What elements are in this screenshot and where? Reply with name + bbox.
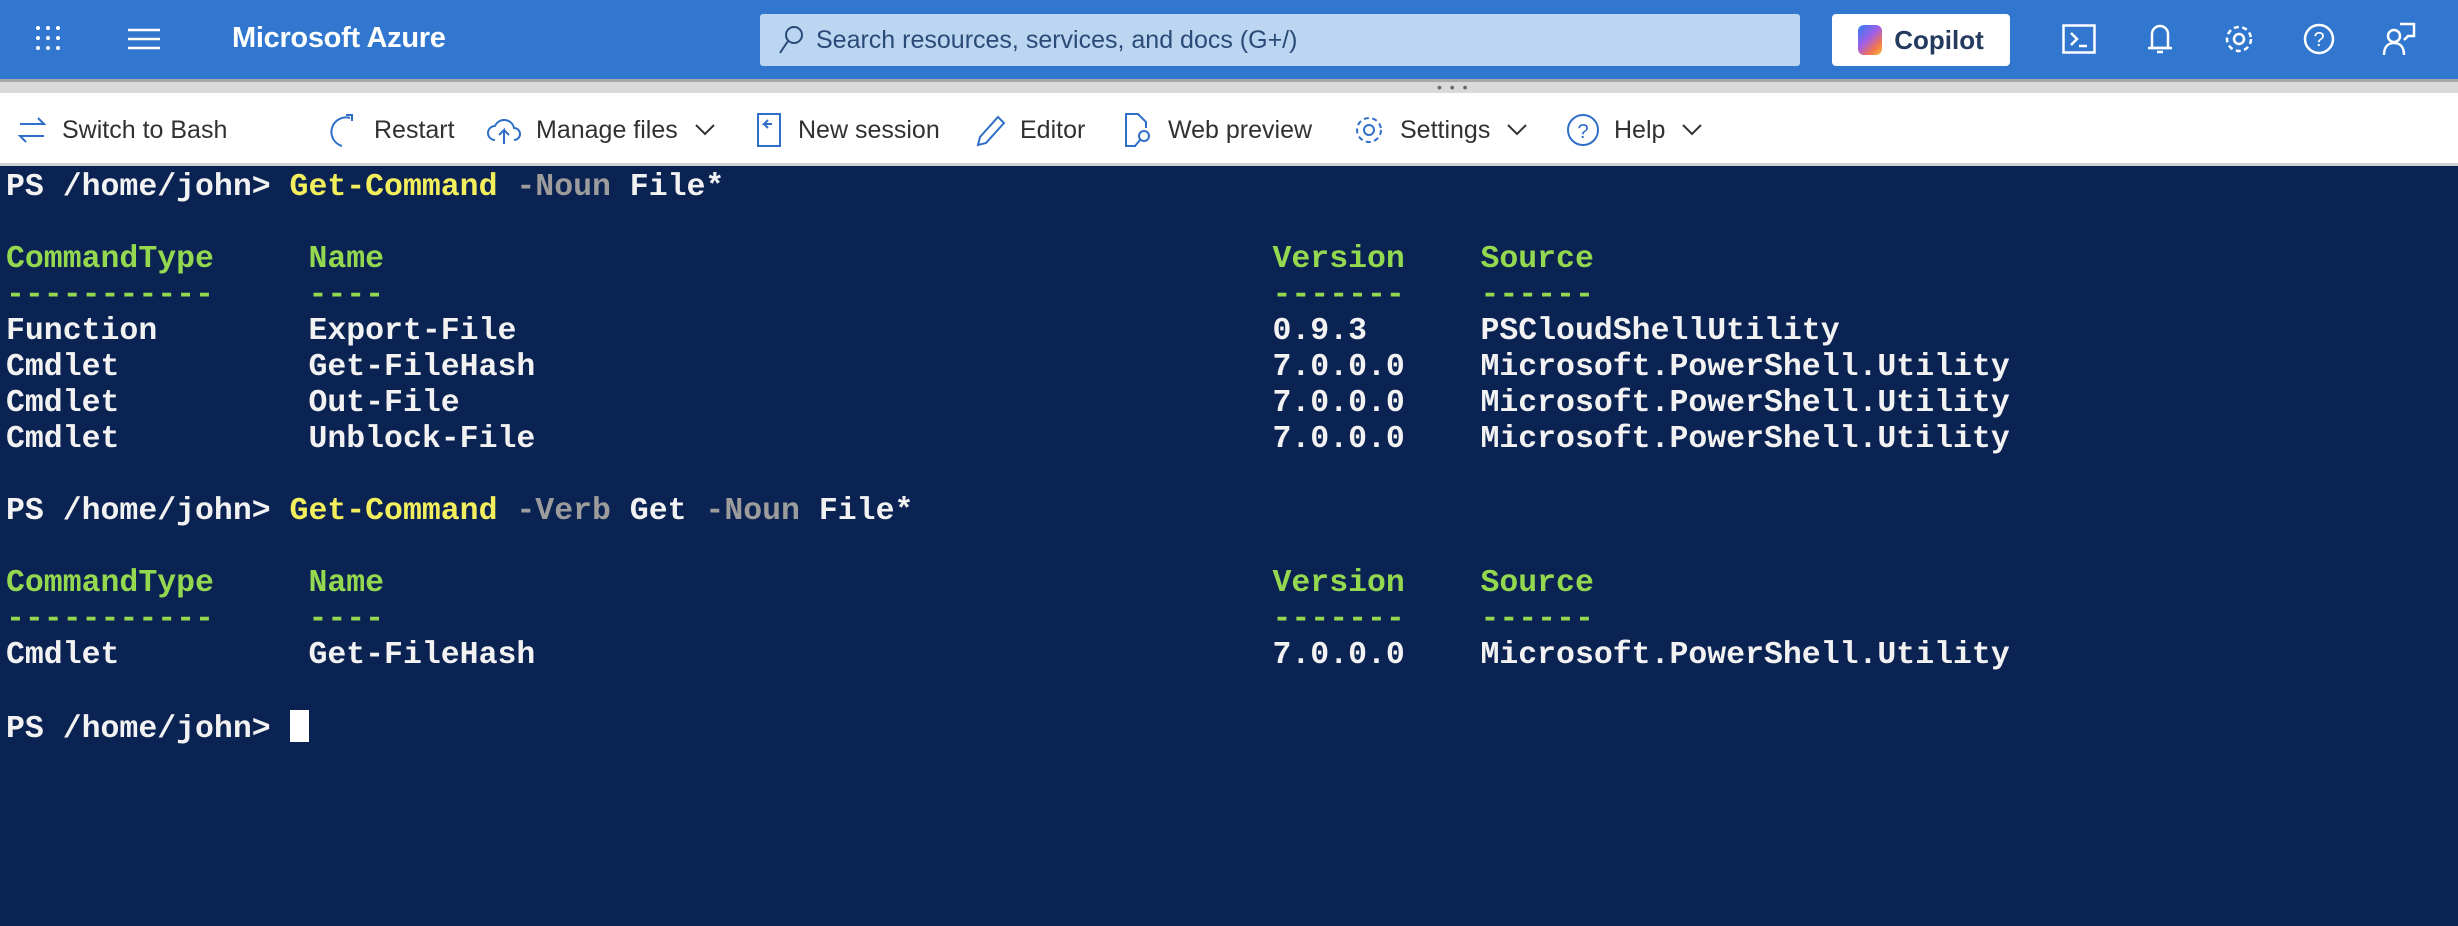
new-session-label: New session [798,115,940,144]
restart-icon [330,114,353,147]
terminal-line: PS /home/john> Get-Command -Verb Get -No… [6,494,2458,530]
terminal-line: PS /home/john> [6,710,2458,747]
terminal-text: Cmdlet Out-File 7.0.0.0 Microsoft.PowerS… [6,386,2010,421]
svg-text:?: ? [2313,29,2324,51]
manage-files-button[interactable]: Manage files [486,111,716,149]
search-icon [779,26,803,54]
terminal-line: Cmdlet Out-File 7.0.0.0 Microsoft.PowerS… [6,386,2458,422]
terminal-text: File* [610,170,725,205]
terminal-text: File* [799,494,914,529]
terminal-text: Get-Command [289,494,498,529]
restart-label: Restart [374,115,455,144]
help-label: Help [1614,115,1666,144]
switch-to-bash-button[interactable]: Switch to Bash [16,111,227,149]
help-button[interactable]: ? Help [1566,111,1703,149]
editor-button[interactable]: Editor [974,111,1085,149]
terminal-line: Cmdlet Get-FileHash 7.0.0.0 Microsoft.Po… [6,350,2458,386]
editor-label: Editor [1020,115,1086,144]
terminal-text: -Noun [686,494,800,529]
terminal-text: PS /home/john> [6,170,290,205]
terminal-text: Cmdlet Unblock-File 7.0.0.0 Microsoft.Po… [6,422,2010,457]
manage-files-label: Manage files [536,115,678,144]
terminal-text: PS /home/john> [6,494,290,529]
web-preview-label: Web preview [1168,115,1313,144]
bell-icon[interactable] [2146,22,2174,56]
restart-button[interactable]: Restart [328,111,455,149]
search-placeholder: Search resources, services, and docs (G+… [816,25,1298,54]
pencil-icon [976,115,1006,147]
chevron-down-icon [1682,124,1703,136]
terminal-text: PS /home/john> [6,712,290,747]
cloud-upload-icon [487,118,521,144]
terminal-output[interactable]: PS /home/john> Get-Command -Noun File* Co… [0,166,2458,926]
terminal-text: Cmdlet Get-FileHash 7.0.0.0 Microsoft.Po… [6,350,2010,385]
app-launcher-icon[interactable] [34,24,62,52]
terminal-text: ----------- ---- ------- ------ [6,278,1594,313]
web-preview-icon [1125,113,1150,147]
terminal-line: CommandType Name Version Source [6,566,2458,602]
search-input[interactable]: Search resources, services, and docs (G+… [760,14,1800,66]
terminal-text: -Noun [497,170,611,205]
terminal-text: CommandType Name Version Source [6,566,1594,601]
chevron-down-icon [1507,124,1528,136]
settings-label: Settings [1400,115,1491,144]
terminal-text: CommandType Name Version Source [6,242,1594,277]
terminal-text: ----------- ---- ------- ------ [6,602,1594,637]
copilot-logo-icon [1858,25,1883,55]
terminal-text: Get-Command [289,170,498,205]
terminal-text: Get [610,494,687,529]
feedback-icon[interactable] [2382,22,2416,56]
terminal-line: ----------- ---- ------- ------ [6,278,2458,314]
new-session-icon [757,113,781,147]
settings-button[interactable]: Settings [1352,111,1528,149]
terminal-text: Cmdlet Get-FileHash 7.0.0.0 Microsoft.Po… [6,638,2010,673]
top-bar: Microsoft Azure Search resources, servic… [0,0,2458,79]
gear-icon[interactable] [2222,22,2256,56]
terminal-text: -Verb [497,494,611,529]
terminal-line: PS /home/john> Get-Command -Noun File* [6,170,2458,206]
terminal-line: Cmdlet Get-FileHash 7.0.0.0 Microsoft.Po… [6,638,2458,674]
cloud-shell-toolbar: Switch to Bash Restart Manage files New … [0,93,2458,166]
help-icon[interactable]: ? [2302,22,2336,56]
terminal-line: ----------- ---- ------- ------ [6,602,2458,638]
chevron-down-icon [695,124,715,136]
help-icon: ? [1567,114,1599,146]
switch-label: Switch to Bash [62,115,228,144]
hamburger-menu-icon[interactable] [128,27,160,51]
terminal-line: Function Export-File 0.9.3 PSCloudShellU… [6,314,2458,350]
resize-strip[interactable] [0,79,2458,93]
terminal-line: CommandType Name Version Source [6,242,2458,278]
svg-text:?: ? [1577,121,1588,143]
switch-arrows-icon [17,117,47,143]
copilot-label: Copilot [1894,24,1984,55]
terminal-text: Function Export-File 0.9.3 PSCloudShellU… [6,314,1840,349]
gear-icon [1356,117,1382,143]
terminal-line: Cmdlet Unblock-File 7.0.0.0 Microsoft.Po… [6,422,2458,458]
copilot-button[interactable]: Copilot [1832,14,2010,66]
new-session-button[interactable]: New session [756,111,940,149]
terminal-cursor [289,710,309,742]
cloud-shell-icon[interactable] [2062,24,2096,54]
web-preview-button[interactable]: Web preview [1124,111,1312,149]
brand-title[interactable]: Microsoft Azure [232,22,446,55]
